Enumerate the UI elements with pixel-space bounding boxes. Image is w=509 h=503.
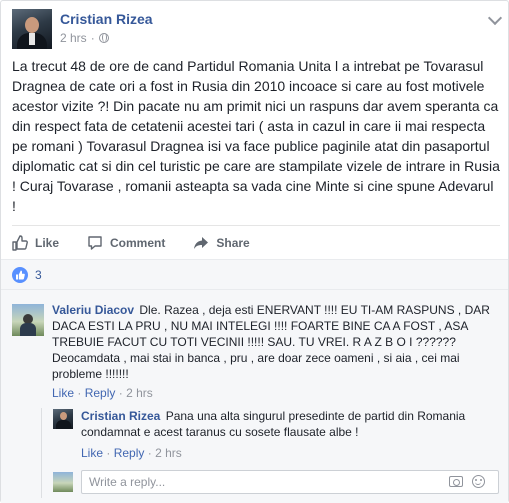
like-label: Like [35,235,60,250]
reaction-count[interactable]: 3 [35,268,42,282]
post-header: Cristian Rizea 2 hrs · [12,9,503,49]
author-avatar[interactable] [12,9,52,49]
comment-label: Comment [110,235,166,250]
share-icon [194,236,209,249]
thumbs-up-icon [12,234,28,251]
reply-reply-link[interactable]: Reply [114,446,145,460]
commenter-name[interactable]: Valeriu Diacov [52,303,134,317]
comment-like-link[interactable]: Like [52,386,74,400]
reply-box [53,470,499,494]
post-actions: Like Comment Share [12,225,500,255]
reply-thread: Cristian Rizea Pana una alta singurul pr… [41,408,501,498]
like-button[interactable]: Like [12,234,60,251]
comments-section: Valeriu Diacov Dle. Razea , deja esti EN… [1,289,508,503]
sticker-icon[interactable] [472,475,485,488]
reactions-bar[interactable]: 3 [1,259,508,289]
post-meta: 2 hrs · [60,31,109,45]
comment-icon [88,235,102,250]
post-text: La trecut 48 de ore de cand Partidul Rom… [12,58,500,214]
post-time[interactable]: 2 hrs [60,31,87,45]
chevron-down-icon[interactable] [487,10,503,26]
share-button[interactable]: Share [193,235,250,251]
reply-like-link[interactable]: Like [81,446,103,460]
like-reaction-icon [12,266,28,283]
author-name[interactable]: Cristian Rizea [60,11,153,27]
current-user-avatar [53,472,73,492]
commenter-avatar[interactable] [12,304,44,336]
replier-name[interactable]: Cristian Rizea [81,409,160,423]
comment-links: Like · Reply · 2 hrs [52,386,153,400]
camera-icon[interactable] [449,476,463,487]
comment-reply-link[interactable]: Reply [85,386,116,400]
replier-avatar[interactable] [53,409,73,429]
share-label: Share [216,235,250,250]
reply-input[interactable] [81,470,499,494]
comment-time[interactable]: 2 hrs [126,386,153,400]
post-card: Cristian Rizea 2 hrs · La trecut 48 de o… [0,0,509,503]
globe-icon[interactable] [98,33,109,43]
reply-time[interactable]: 2 hrs [155,446,182,460]
reply-links: Like · Reply · 2 hrs [81,446,182,460]
comment-button[interactable]: Comment [87,235,165,251]
